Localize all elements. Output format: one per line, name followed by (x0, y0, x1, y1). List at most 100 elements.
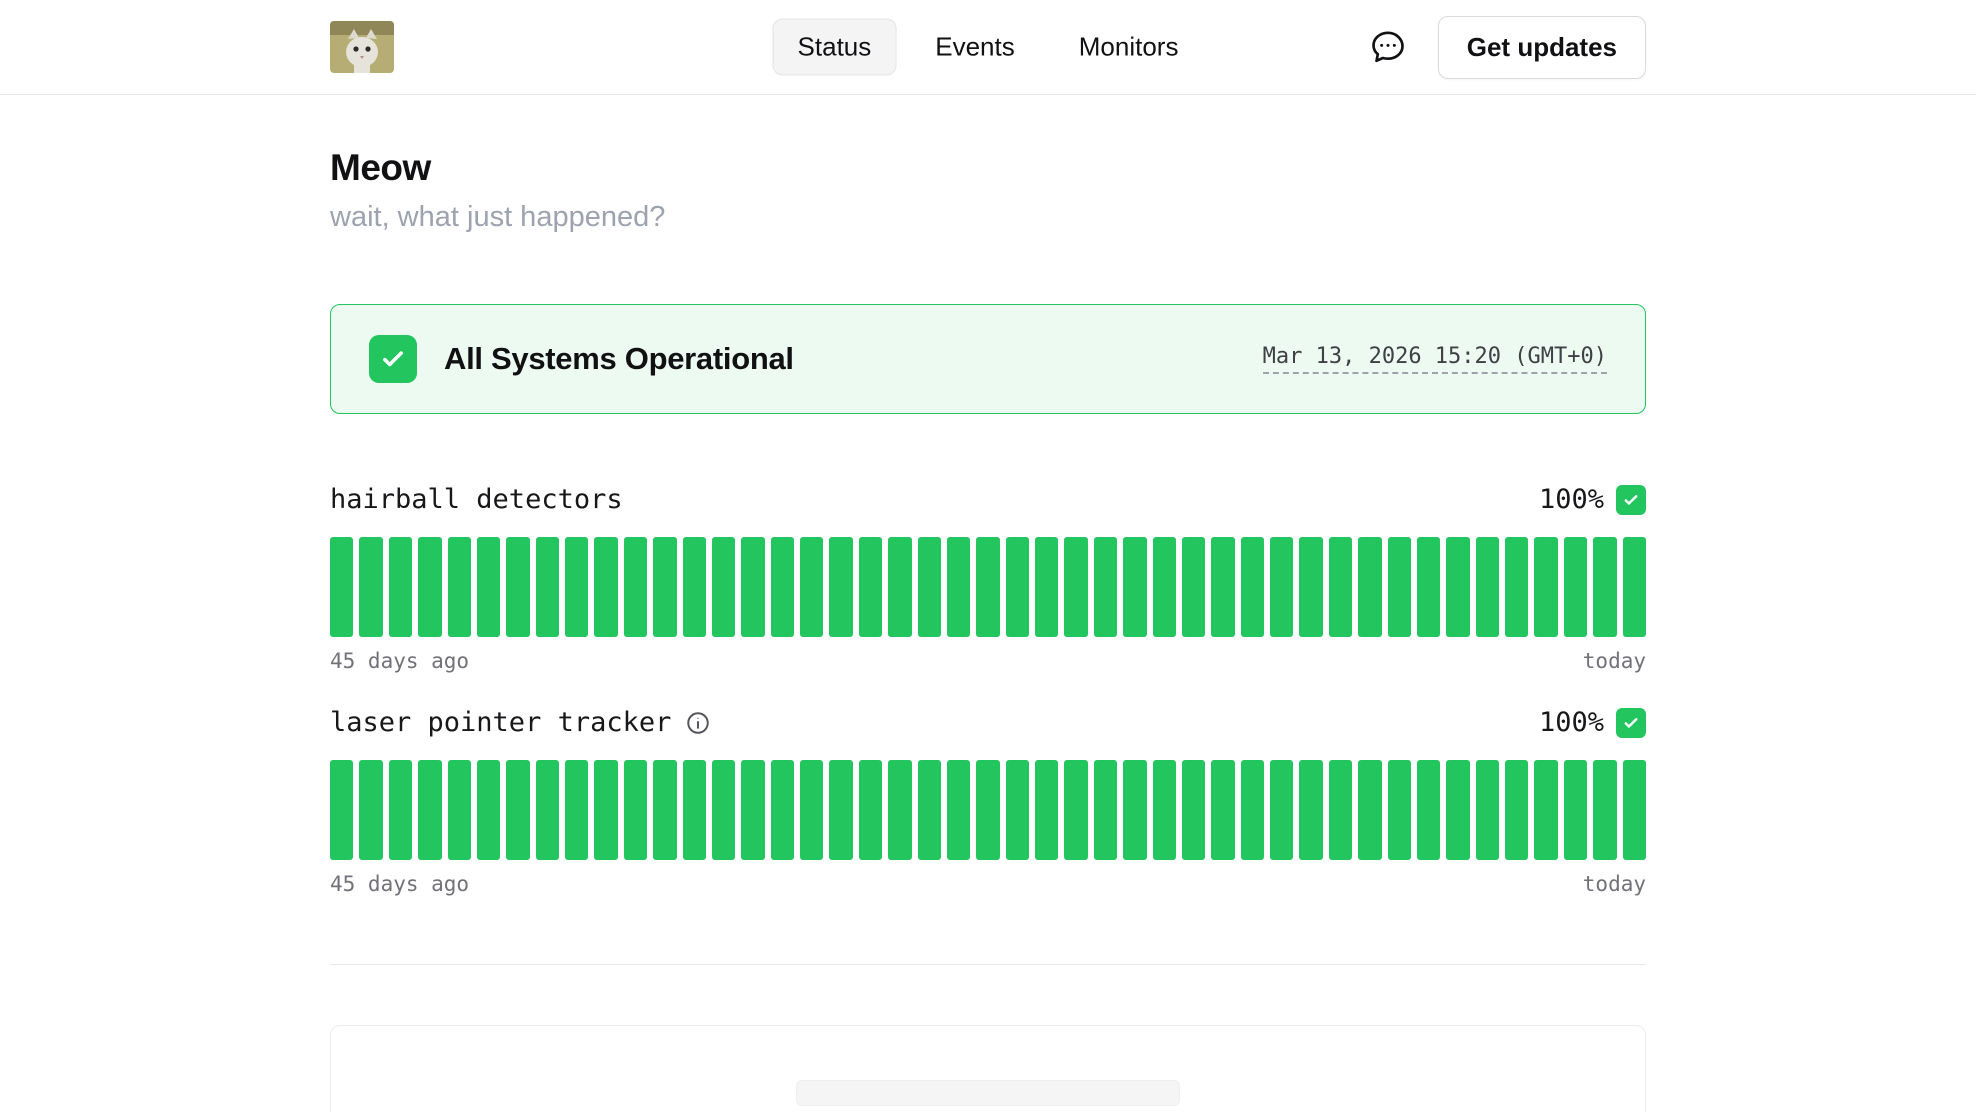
uptime-bar[interactable] (1094, 760, 1117, 860)
uptime-bar[interactable] (565, 537, 588, 637)
site-logo[interactable] (330, 21, 394, 73)
uptime-bar[interactable] (918, 537, 941, 637)
uptime-bar[interactable] (712, 760, 735, 860)
uptime-bar[interactable] (1094, 537, 1117, 637)
uptime-bar[interactable] (506, 760, 529, 860)
top-navbar: Status Events Monitors Get updates (0, 0, 1976, 95)
uptime-bar[interactable] (976, 760, 999, 860)
uptime-bar[interactable] (859, 537, 882, 637)
uptime-bar[interactable] (1064, 537, 1087, 637)
uptime-bar[interactable] (506, 537, 529, 637)
tab-events[interactable]: Events (910, 19, 1040, 76)
uptime-bar[interactable] (1299, 760, 1322, 860)
uptime-bar[interactable] (1211, 537, 1234, 637)
uptime-bar[interactable] (1534, 537, 1557, 637)
tab-status[interactable]: Status (773, 19, 897, 76)
status-timestamp[interactable]: Mar 13, 2026 15:20 (GMT+0) (1263, 344, 1607, 374)
uptime-bar[interactable] (771, 537, 794, 637)
uptime-bar[interactable] (1417, 537, 1440, 637)
uptime-bar[interactable] (1476, 760, 1499, 860)
uptime-bar[interactable] (888, 760, 911, 860)
uptime-bar[interactable] (418, 537, 441, 637)
uptime-bar[interactable] (771, 760, 794, 860)
uptime-bar[interactable] (976, 537, 999, 637)
uptime-bar[interactable] (653, 537, 676, 637)
uptime-bar[interactable] (448, 537, 471, 637)
uptime-bar[interactable] (683, 537, 706, 637)
uptime-bar[interactable] (330, 760, 353, 860)
uptime-bar[interactable] (947, 760, 970, 860)
uptime-bar[interactable] (1534, 760, 1557, 860)
uptime-bar[interactable] (1329, 537, 1352, 637)
uptime-bar[interactable] (947, 537, 970, 637)
uptime-bar[interactable] (359, 537, 382, 637)
uptime-bar[interactable] (829, 760, 852, 860)
uptime-bar[interactable] (1035, 760, 1058, 860)
uptime-bar[interactable] (1006, 760, 1029, 860)
feedback-bubble-button[interactable] (1366, 25, 1410, 69)
uptime-bar[interactable] (1564, 760, 1587, 860)
uptime-bar[interactable] (359, 760, 382, 860)
uptime-percentage: 100% (1539, 484, 1604, 515)
uptime-bar[interactable] (712, 537, 735, 637)
uptime-bar[interactable] (594, 760, 617, 860)
uptime-bar[interactable] (653, 760, 676, 860)
get-updates-button[interactable]: Get updates (1438, 16, 1646, 79)
uptime-bar[interactable] (1153, 537, 1176, 637)
uptime-bar[interactable] (477, 537, 500, 637)
uptime-bar[interactable] (683, 760, 706, 860)
uptime-bar[interactable] (1505, 760, 1528, 860)
uptime-bar[interactable] (800, 537, 823, 637)
uptime-bar[interactable] (624, 760, 647, 860)
uptime-bar[interactable] (888, 537, 911, 637)
uptime-bar[interactable] (1593, 537, 1616, 637)
uptime-bar[interactable] (1123, 760, 1146, 860)
uptime-bar[interactable] (800, 760, 823, 860)
uptime-bar[interactable] (1623, 760, 1646, 860)
tab-monitors[interactable]: Monitors (1054, 19, 1204, 76)
uptime-bar[interactable] (594, 537, 617, 637)
uptime-bar[interactable] (1417, 760, 1440, 860)
uptime-bar[interactable] (1006, 537, 1029, 637)
uptime-bar[interactable] (1241, 760, 1264, 860)
uptime-bar[interactable] (330, 537, 353, 637)
uptime-bar[interactable] (477, 760, 500, 860)
uptime-bar[interactable] (536, 537, 559, 637)
uptime-bar[interactable] (1035, 537, 1058, 637)
uptime-bar[interactable] (1064, 760, 1087, 860)
uptime-bar[interactable] (1358, 760, 1381, 860)
uptime-bar[interactable] (1564, 537, 1587, 637)
uptime-bar[interactable] (418, 760, 441, 860)
uptime-bar[interactable] (1299, 537, 1322, 637)
uptime-bar[interactable] (389, 537, 412, 637)
uptime-bar[interactable] (1446, 537, 1469, 637)
uptime-bar[interactable] (1182, 537, 1205, 637)
uptime-bar[interactable] (741, 760, 764, 860)
uptime-bar[interactable] (1123, 537, 1146, 637)
uptime-bar[interactable] (1388, 760, 1411, 860)
uptime-bar[interactable] (624, 537, 647, 637)
uptime-bar[interactable] (565, 760, 588, 860)
uptime-bar[interactable] (1623, 537, 1646, 637)
uptime-bar[interactable] (918, 760, 941, 860)
uptime-bar[interactable] (1358, 537, 1381, 637)
uptime-bar[interactable] (1505, 537, 1528, 637)
uptime-bar[interactable] (829, 537, 852, 637)
uptime-bar[interactable] (859, 760, 882, 860)
uptime-bar[interactable] (448, 760, 471, 860)
uptime-bar[interactable] (1211, 760, 1234, 860)
uptime-bar[interactable] (536, 760, 559, 860)
uptime-bar[interactable] (1446, 760, 1469, 860)
uptime-bar[interactable] (1329, 760, 1352, 860)
uptime-bar[interactable] (1270, 537, 1293, 637)
uptime-bar[interactable] (1476, 537, 1499, 637)
uptime-bar[interactable] (1593, 760, 1616, 860)
uptime-bar[interactable] (1388, 537, 1411, 637)
uptime-bar[interactable] (741, 537, 764, 637)
uptime-bar[interactable] (1182, 760, 1205, 860)
uptime-bar[interactable] (1241, 537, 1264, 637)
uptime-bar[interactable] (1153, 760, 1176, 860)
info-icon[interactable] (685, 710, 711, 736)
uptime-bar[interactable] (389, 760, 412, 860)
uptime-bar[interactable] (1270, 760, 1293, 860)
